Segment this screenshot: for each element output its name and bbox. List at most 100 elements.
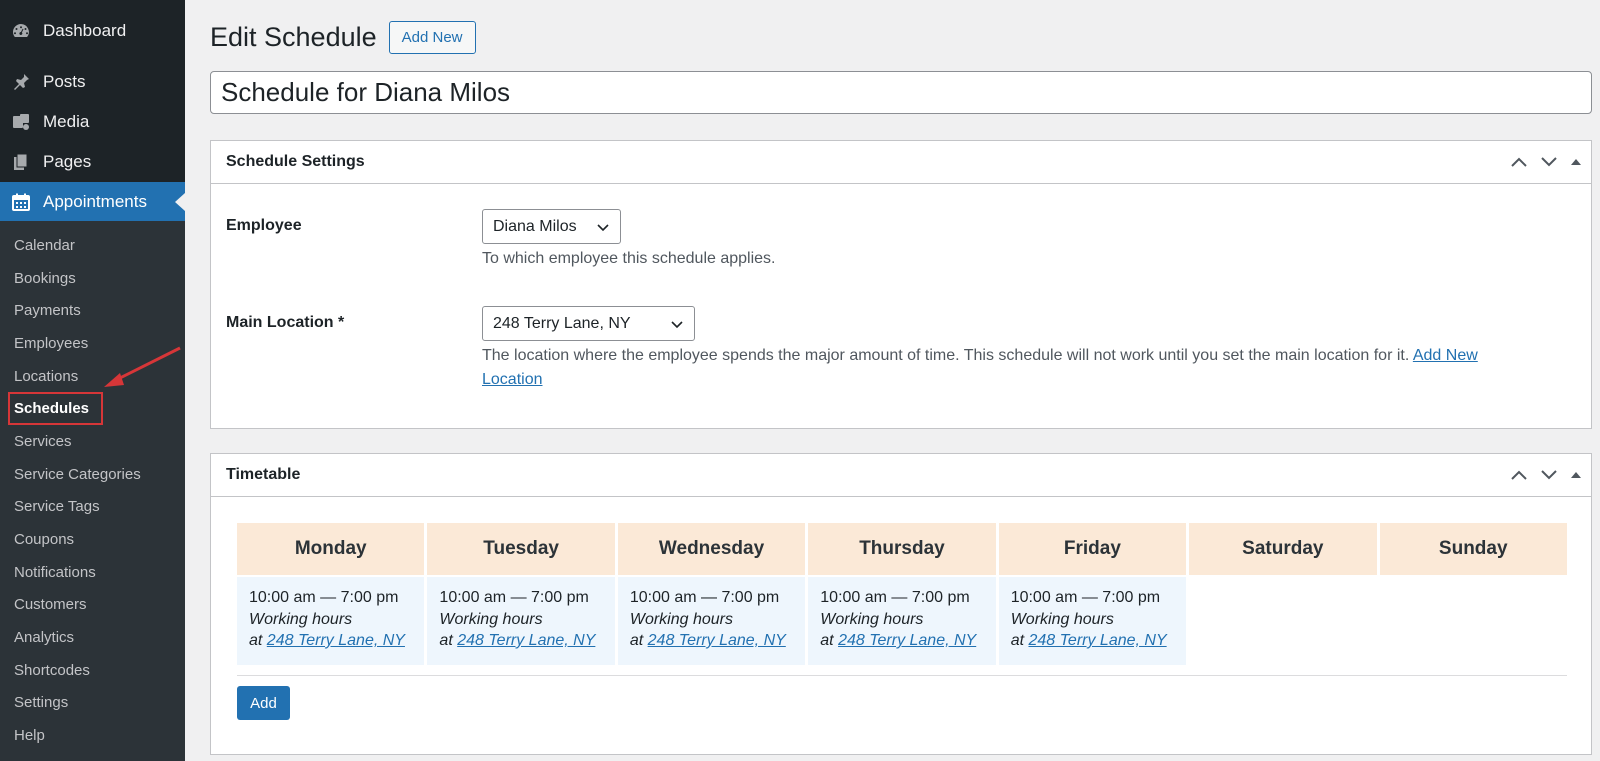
schedule-settings-box: Schedule Settings Employee Diana Milos T… xyxy=(210,140,1592,429)
day-header: Saturday xyxy=(1189,523,1377,575)
day-column-tuesday: Tuesday 10:00 am — 7:00 pm Working hours… xyxy=(427,523,615,665)
sidebar-item-appointments[interactable]: Appointments xyxy=(0,182,185,222)
location-select-value: 248 Terry Lane, NY xyxy=(493,314,631,332)
media-icon xyxy=(10,111,32,133)
slot-time: 10:00 am — 7:00 pm xyxy=(820,589,970,606)
location-description: The location where the employee spends t… xyxy=(482,344,1562,392)
slot-type: Working hours xyxy=(820,610,924,628)
employee-label: Employee xyxy=(226,217,302,234)
box-title: Timetable xyxy=(226,466,301,483)
page-title: Edit Schedule xyxy=(210,21,377,52)
slot-location-link[interactable]: 248 Terry Lane, NY xyxy=(457,632,595,649)
pin-icon xyxy=(10,71,32,93)
box-title: Schedule Settings xyxy=(226,153,365,170)
appointments-submenu: Calendar Bookings Payments Employees Loc… xyxy=(0,221,185,761)
sidebar-item-media[interactable]: Media xyxy=(0,102,185,142)
sidebar-item-label: Posts xyxy=(43,72,86,91)
empty-slot xyxy=(1380,577,1567,665)
submenu-item-service-categories[interactable]: Service Categories xyxy=(0,458,185,491)
add-timetable-button[interactable]: Add xyxy=(237,686,290,720)
employee-description: To which employee this schedule applies. xyxy=(482,250,776,267)
day-header: Sunday xyxy=(1379,523,1567,575)
slot-at: at xyxy=(1010,632,1025,649)
main-content: Edit Schedule Add New Schedule for Diana… xyxy=(210,0,1592,755)
schedule-title-input[interactable]: Schedule for Diana Milos xyxy=(210,71,1592,114)
submenu-item-schedules[interactable]: Schedules xyxy=(0,392,185,426)
day-column-friday: Friday 10:00 am — 7:00 pm Working hours … xyxy=(998,523,1187,665)
timetable-grid: Monday 10:00 am — 7:00 pm Working hours … xyxy=(237,523,1567,665)
day-column-saturday: Saturday xyxy=(1189,523,1377,665)
slot-type: Working hours xyxy=(249,610,353,628)
time-slot[interactable]: 10:00 am — 7:00 pm Working hours at 248 … xyxy=(617,577,806,665)
day-column-monday: Monday 10:00 am — 7:00 pm Working hours … xyxy=(237,523,425,665)
slot-type: Working hours xyxy=(629,610,733,628)
submenu-item-help[interactable]: Help xyxy=(0,719,185,752)
slot-location-link[interactable]: 248 Terry Lane, NY xyxy=(838,632,976,649)
sidebar-item-label: Pages xyxy=(43,152,92,171)
day-header: Wednesday xyxy=(617,523,806,575)
submenu-item-shortcodes[interactable]: Shortcodes xyxy=(0,654,185,687)
schedule-settings-body: Employee Diana Milos To which employee t… xyxy=(211,184,1591,428)
sidebar-item-label: Dashboard xyxy=(43,21,127,40)
slot-time: 10:00 am — 7:00 pm xyxy=(629,589,780,606)
day-header: Monday xyxy=(237,523,425,575)
slot-time: 10:00 am — 7:00 pm xyxy=(439,589,589,606)
time-slot[interactable]: 10:00 am — 7:00 pm Working hours at 248 … xyxy=(237,577,425,665)
sidebar-item-pages[interactable]: Pages xyxy=(0,142,185,182)
submenu-item-notifications[interactable]: Notifications xyxy=(0,556,185,589)
slot-at: at xyxy=(249,632,263,649)
box-controls xyxy=(1509,465,1583,485)
chevron-up-icon[interactable] xyxy=(1509,152,1529,172)
day-column-wednesday: Wednesday 10:00 am — 7:00 pm Working hou… xyxy=(617,523,806,665)
collapse-triangle-icon[interactable] xyxy=(1569,152,1583,172)
time-slot[interactable]: 10:00 am — 7:00 pm Working hours at 248 … xyxy=(998,577,1187,665)
box-controls xyxy=(1509,152,1583,172)
timetable-header: Timetable xyxy=(211,454,1591,497)
submenu-item-payments[interactable]: Payments xyxy=(0,294,185,327)
pages-icon xyxy=(10,151,32,173)
submenu-item-analytics[interactable]: Analytics xyxy=(0,621,185,654)
chevron-down-icon[interactable] xyxy=(1539,465,1559,485)
slot-location-link[interactable]: 248 Terry Lane, NY xyxy=(1028,632,1166,649)
schedule-settings-header: Schedule Settings xyxy=(211,141,1591,184)
highlight-box: Schedules xyxy=(8,392,104,426)
chevron-up-icon[interactable] xyxy=(1509,465,1529,485)
sidebar-item-label: Appointments xyxy=(43,192,147,211)
sidebar-item-label: Media xyxy=(43,112,90,131)
slot-at: at xyxy=(439,632,453,649)
day-header: Tuesday xyxy=(427,523,615,575)
slot-at: at xyxy=(629,632,644,649)
submenu-item-settings[interactable]: Settings xyxy=(0,687,185,720)
day-column-sunday: Sunday xyxy=(1379,523,1567,665)
submenu-item-calendar[interactable]: Calendar xyxy=(0,229,185,262)
time-slot[interactable]: 10:00 am — 7:00 pm Working hours at 248 … xyxy=(808,577,996,665)
main-location-select[interactable]: 248 Terry Lane, NY xyxy=(482,306,695,341)
sidebar-item-posts[interactable]: Posts xyxy=(0,62,185,102)
submenu-item-customers[interactable]: Customers xyxy=(0,589,185,622)
collapse-triangle-icon[interactable] xyxy=(1569,465,1583,485)
timetable-box: Timetable Monday 10:00 am — 7:00 pm Work… xyxy=(210,453,1592,755)
add-new-button[interactable]: Add New xyxy=(388,20,476,54)
timetable-body: Monday 10:00 am — 7:00 pm Working hours … xyxy=(211,497,1591,754)
slot-location-link[interactable]: 248 Terry Lane, NY xyxy=(267,632,405,649)
slot-type: Working hours xyxy=(439,610,543,628)
submenu-item-coupons[interactable]: Coupons xyxy=(0,523,185,556)
divider xyxy=(237,675,1567,676)
dashboard-icon xyxy=(10,20,32,42)
chevron-down-icon[interactable] xyxy=(1539,152,1559,172)
day-column-thursday: Thursday 10:00 am — 7:00 pm Working hour… xyxy=(808,523,996,665)
calendar-icon xyxy=(10,191,32,213)
day-header: Thursday xyxy=(808,523,996,575)
day-header: Friday xyxy=(998,523,1187,575)
slot-location-link[interactable]: 248 Terry Lane, NY xyxy=(648,632,786,649)
time-slot[interactable]: 10:00 am — 7:00 pm Working hours at 248 … xyxy=(427,577,615,665)
chevron-down-icon xyxy=(671,320,683,328)
submenu-item-services[interactable]: Services xyxy=(0,425,185,458)
employee-select[interactable]: Diana Milos xyxy=(482,209,621,244)
chevron-down-icon xyxy=(597,223,609,231)
page-heading: Edit Schedule Add New xyxy=(210,20,1592,54)
submenu-item-bookings[interactable]: Bookings xyxy=(0,262,185,295)
slot-type: Working hours xyxy=(1010,610,1114,628)
sidebar-item-dashboard[interactable]: Dashboard xyxy=(0,11,185,51)
submenu-item-service-tags[interactable]: Service Tags xyxy=(0,491,185,524)
